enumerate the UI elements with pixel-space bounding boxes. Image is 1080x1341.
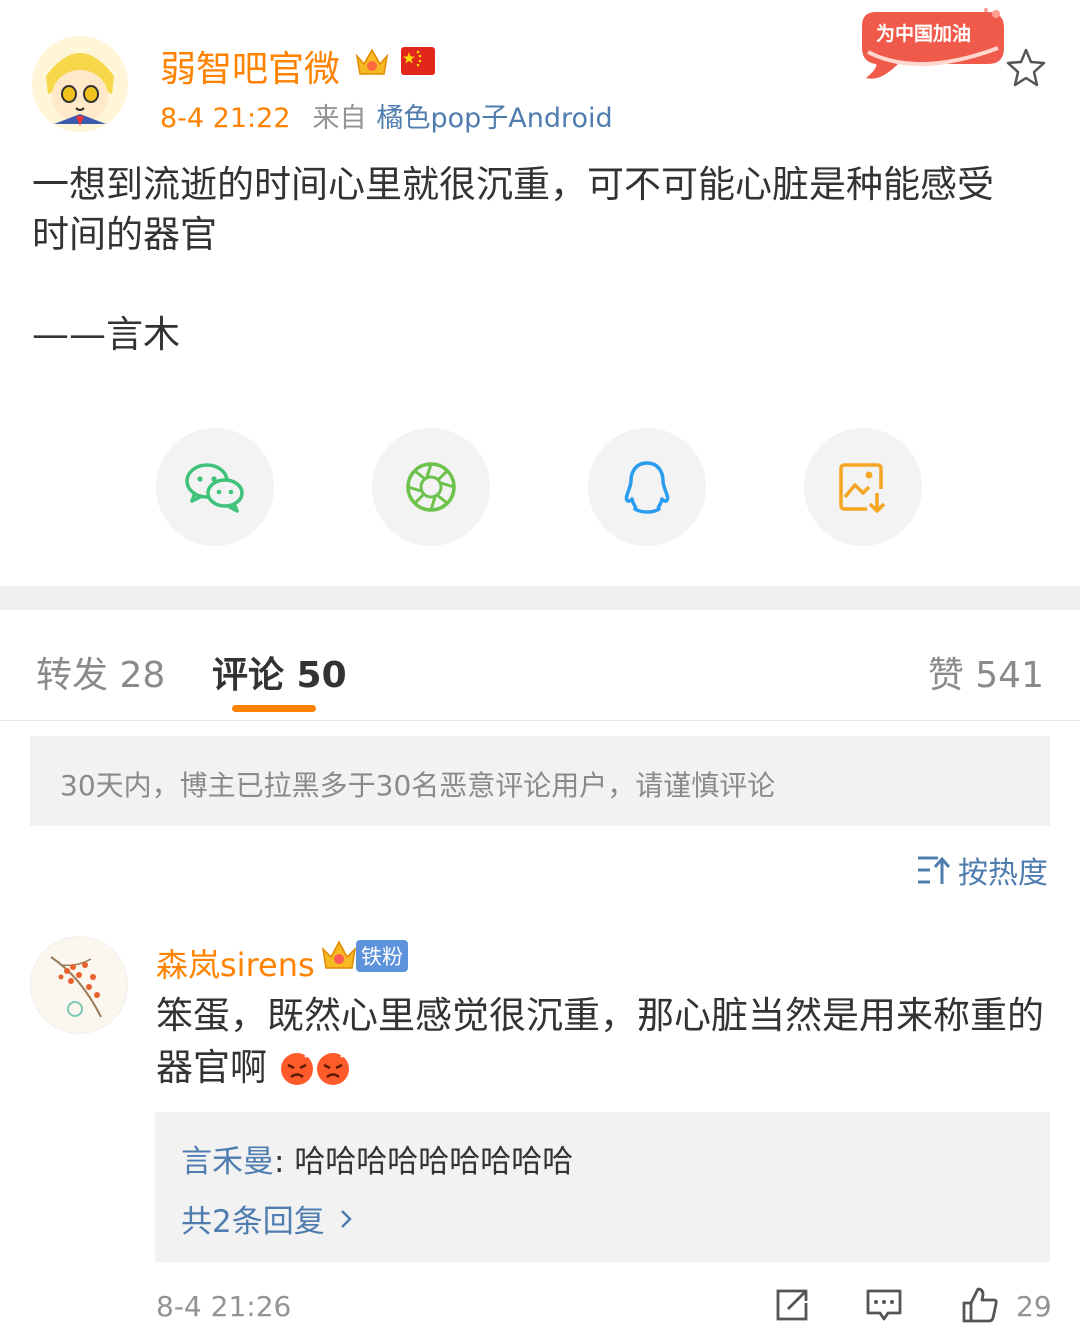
promo-badge[interactable]: 为中国加油 — [858, 8, 1008, 84]
reply-preview[interactable]: 言禾曼: 哈哈哈哈哈哈哈哈哈 共2条回复 — [155, 1112, 1050, 1262]
share-wechat-button[interactable] — [156, 428, 274, 546]
more-replies-link[interactable]: 共2条回复 — [181, 1196, 353, 1241]
commenter-avatar[interactable] — [30, 936, 128, 1034]
chevron-right-icon — [340, 1209, 352, 1228]
tab-repost[interactable]: 转发 28 — [36, 646, 165, 698]
post-from-label: 来自 — [312, 103, 367, 134]
post-text-line: 一想到流逝的时间心里就很沉重，可不可能心脏是种能感受 — [32, 163, 994, 206]
like-icon[interactable] — [960, 1285, 1000, 1325]
wechat-icon — [185, 463, 244, 513]
qq-icon — [624, 461, 670, 514]
comment-notice: 30天内，博主已拉黑多于30名恶意评论用户，请谨慎评论 — [30, 736, 1050, 826]
tab-divider — [0, 720, 1080, 721]
save-image-icon — [839, 463, 886, 513]
promo-badge-text: 为中国加油 — [876, 22, 971, 45]
sort-button[interactable]: 按热度 — [916, 848, 1048, 892]
vip-crown-icon — [354, 44, 390, 80]
sort-label: 按热度 — [958, 856, 1048, 891]
notice-text: 30天内，博主已拉黑多于30名恶意评论用户，请谨慎评论 — [60, 769, 776, 802]
angry-face-icon — [315, 1048, 351, 1085]
more-replies-label: 共2条回复 — [181, 1204, 325, 1240]
reply-item[interactable]: 言禾曼: 哈哈哈哈哈哈哈哈哈 — [181, 1136, 573, 1181]
post-meta: 8-4 21:22 来自 橘色pop子Android — [160, 96, 613, 135]
post-signature: ——言木 — [32, 313, 180, 356]
reply-text: 哈哈哈哈哈哈哈哈哈 — [294, 1144, 574, 1180]
fan-badge[interactable]: 铁粉 — [356, 940, 408, 972]
tab-comments[interactable]: 评论 50 — [212, 646, 347, 698]
moments-icon — [406, 462, 456, 512]
sort-icon — [918, 856, 951, 884]
reply-comment-icon[interactable] — [864, 1285, 904, 1325]
china-flag-icon — [400, 46, 436, 76]
save-image-button[interactable] — [804, 428, 922, 546]
like-count: 29 — [1016, 1290, 1052, 1323]
active-tab-indicator — [232, 705, 316, 712]
comment-time: 8-4 21:26 — [156, 1290, 292, 1323]
reply-user-name[interactable]: 言禾曼 — [181, 1144, 274, 1180]
author-name[interactable]: 弱智吧官微 — [160, 40, 340, 92]
comment-text: 笨蛋，既然心里感觉很沉重，那心脏当然是用来称重的器官啊 — [156, 990, 1056, 1094]
repost-comment-icon[interactable] — [772, 1285, 812, 1325]
share-qq-button[interactable] — [588, 428, 706, 546]
favorite-star-icon[interactable] — [1004, 46, 1048, 90]
share-moments-button[interactable] — [372, 428, 490, 546]
post-source-link[interactable]: 橘色pop子Android — [377, 103, 613, 134]
section-divider — [0, 586, 1080, 610]
post-content: 一想到流逝的时间心里就很沉重，可不可能心脏是种能感受 时间的器官 ——言木 — [32, 160, 1048, 360]
tab-likes[interactable]: 赞 541 — [928, 646, 1044, 698]
post-time: 8-4 21:22 — [160, 103, 291, 134]
angry-face-icon — [279, 1048, 315, 1085]
post-text-line: 时间的器官 — [32, 213, 217, 256]
commenter-name[interactable]: 森岚sirens — [156, 940, 315, 986]
author-avatar[interactable] — [32, 36, 128, 132]
vip-crown-icon — [320, 936, 358, 974]
